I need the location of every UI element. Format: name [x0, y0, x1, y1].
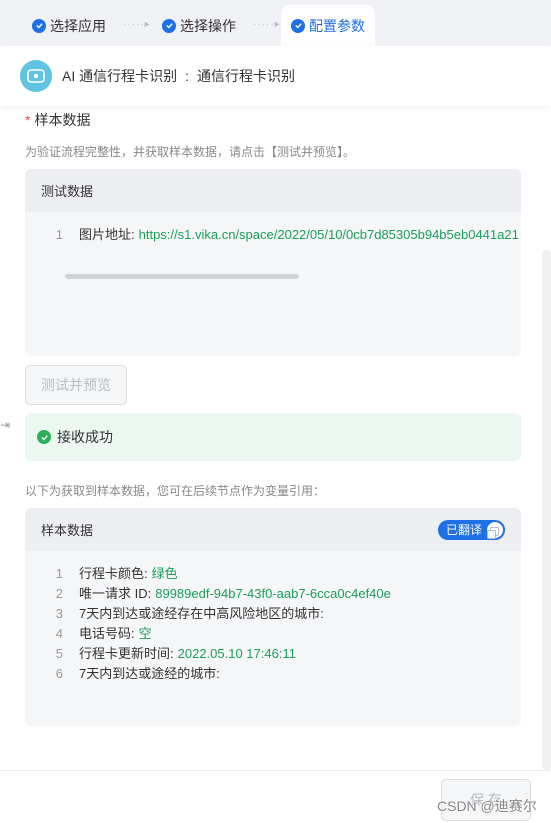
step-label: 选择应用	[50, 17, 106, 34]
check-icon	[162, 18, 176, 33]
watermark: CSDN @迪赛尔	[437, 798, 537, 814]
step-label: 选择操作	[180, 17, 236, 34]
code-line[interactable]: 1 行程卡颜色: 绿色	[41, 564, 391, 584]
test-preview-button[interactable]: 测试并预览	[25, 365, 127, 405]
step-select-action[interactable]: 选择操作	[162, 5, 236, 46]
check-icon	[32, 18, 46, 33]
code-line[interactable]: 4 电话号码: 空	[41, 624, 391, 644]
action-name: 通信行程卡识别	[197, 68, 296, 84]
copy-icon[interactable]	[487, 526, 499, 544]
variable-hint: 以下为获取到样本数据，您可在后续节点作为变量引用：	[25, 484, 326, 498]
steps-bar: 选择应用 ·····▸ 选择操作 ·····▸ 配置参数	[0, 0, 551, 46]
check-icon	[291, 18, 305, 33]
step-configure-params[interactable]: 配置参数	[281, 5, 375, 46]
app-name: AI 通信行程卡识别	[62, 68, 178, 84]
code-line[interactable]: 6 7天内到达或途经的城市:	[41, 664, 391, 684]
required-mark: *	[25, 112, 31, 128]
success-check-icon	[37, 430, 51, 444]
header-separator: :	[185, 68, 190, 84]
vertical-scrollbar[interactable]	[542, 250, 551, 770]
step-select-app[interactable]: 选择应用	[32, 5, 106, 46]
footer-divider	[0, 770, 551, 771]
card-title: 样本数据 已翻译	[25, 508, 521, 551]
sample-data-label: * 样本数据	[25, 112, 91, 128]
code-line[interactable]: 3 7天内到达或途经存在中高风险地区的城市:	[41, 604, 391, 624]
drag-handle-icon[interactable]: ⇥	[0, 418, 10, 432]
step-arrow-icon: ·····▸	[123, 19, 151, 30]
horizontal-scrollbar[interactable]	[65, 274, 299, 279]
code-line[interactable]: 5 行程卡更新时间: 2022.05.10 17:46:11	[41, 644, 391, 664]
success-text: 接收成功	[57, 429, 113, 445]
test-data-card: 测试数据 1 图片地址: https://s1.vika.cn/space/20…	[25, 169, 521, 356]
app-icon	[20, 60, 52, 92]
code-line[interactable]: 2 唯一请求 ID: 89989edf-94b7-43f0-aab7-6cca0…	[41, 584, 391, 604]
node-header: AI 通信行程卡识别 : 通信行程卡识别	[0, 46, 551, 106]
sample-result-card: 样本数据 已翻译 1 行程卡颜色: 绿色 2 唯一请求 ID: 89989edf…	[25, 508, 521, 726]
success-banner: 接收成功	[25, 413, 521, 461]
card-title: 测试数据	[25, 169, 521, 212]
code-line[interactable]: 1 图片地址: https://s1.vika.cn/space/2022/05…	[41, 225, 519, 245]
step-arrow-icon: ·····▸	[253, 19, 281, 30]
sample-hint: 为验证流程完整性，并获取样本数据，请点击【测试并预览】。	[25, 145, 356, 159]
step-label: 配置参数	[309, 17, 365, 34]
